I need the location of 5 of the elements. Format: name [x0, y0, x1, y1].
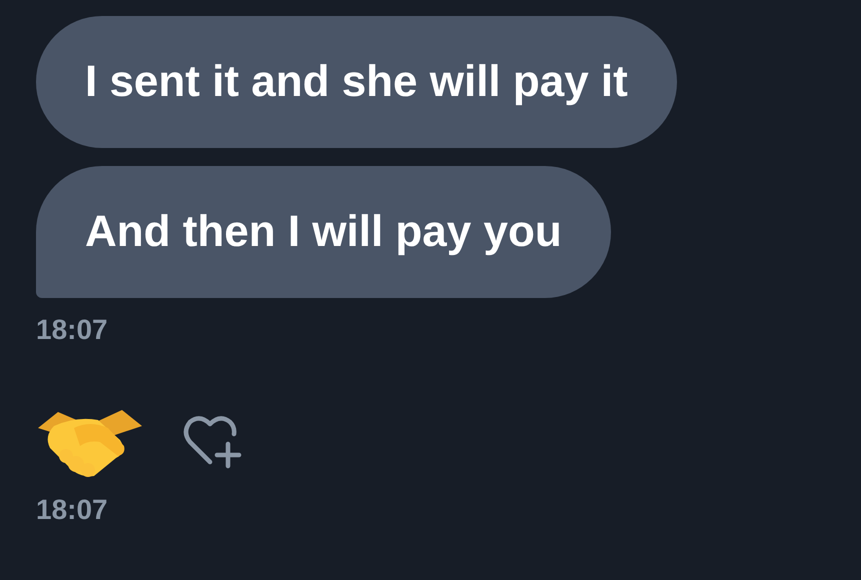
add-reaction-button[interactable]: [182, 414, 244, 470]
timestamp: 18:07: [36, 494, 108, 526]
message-bubble: I sent it and she will pay it: [36, 16, 677, 148]
message-bubble: And then I will pay you: [36, 166, 611, 298]
timestamp: 18:07: [36, 314, 108, 346]
